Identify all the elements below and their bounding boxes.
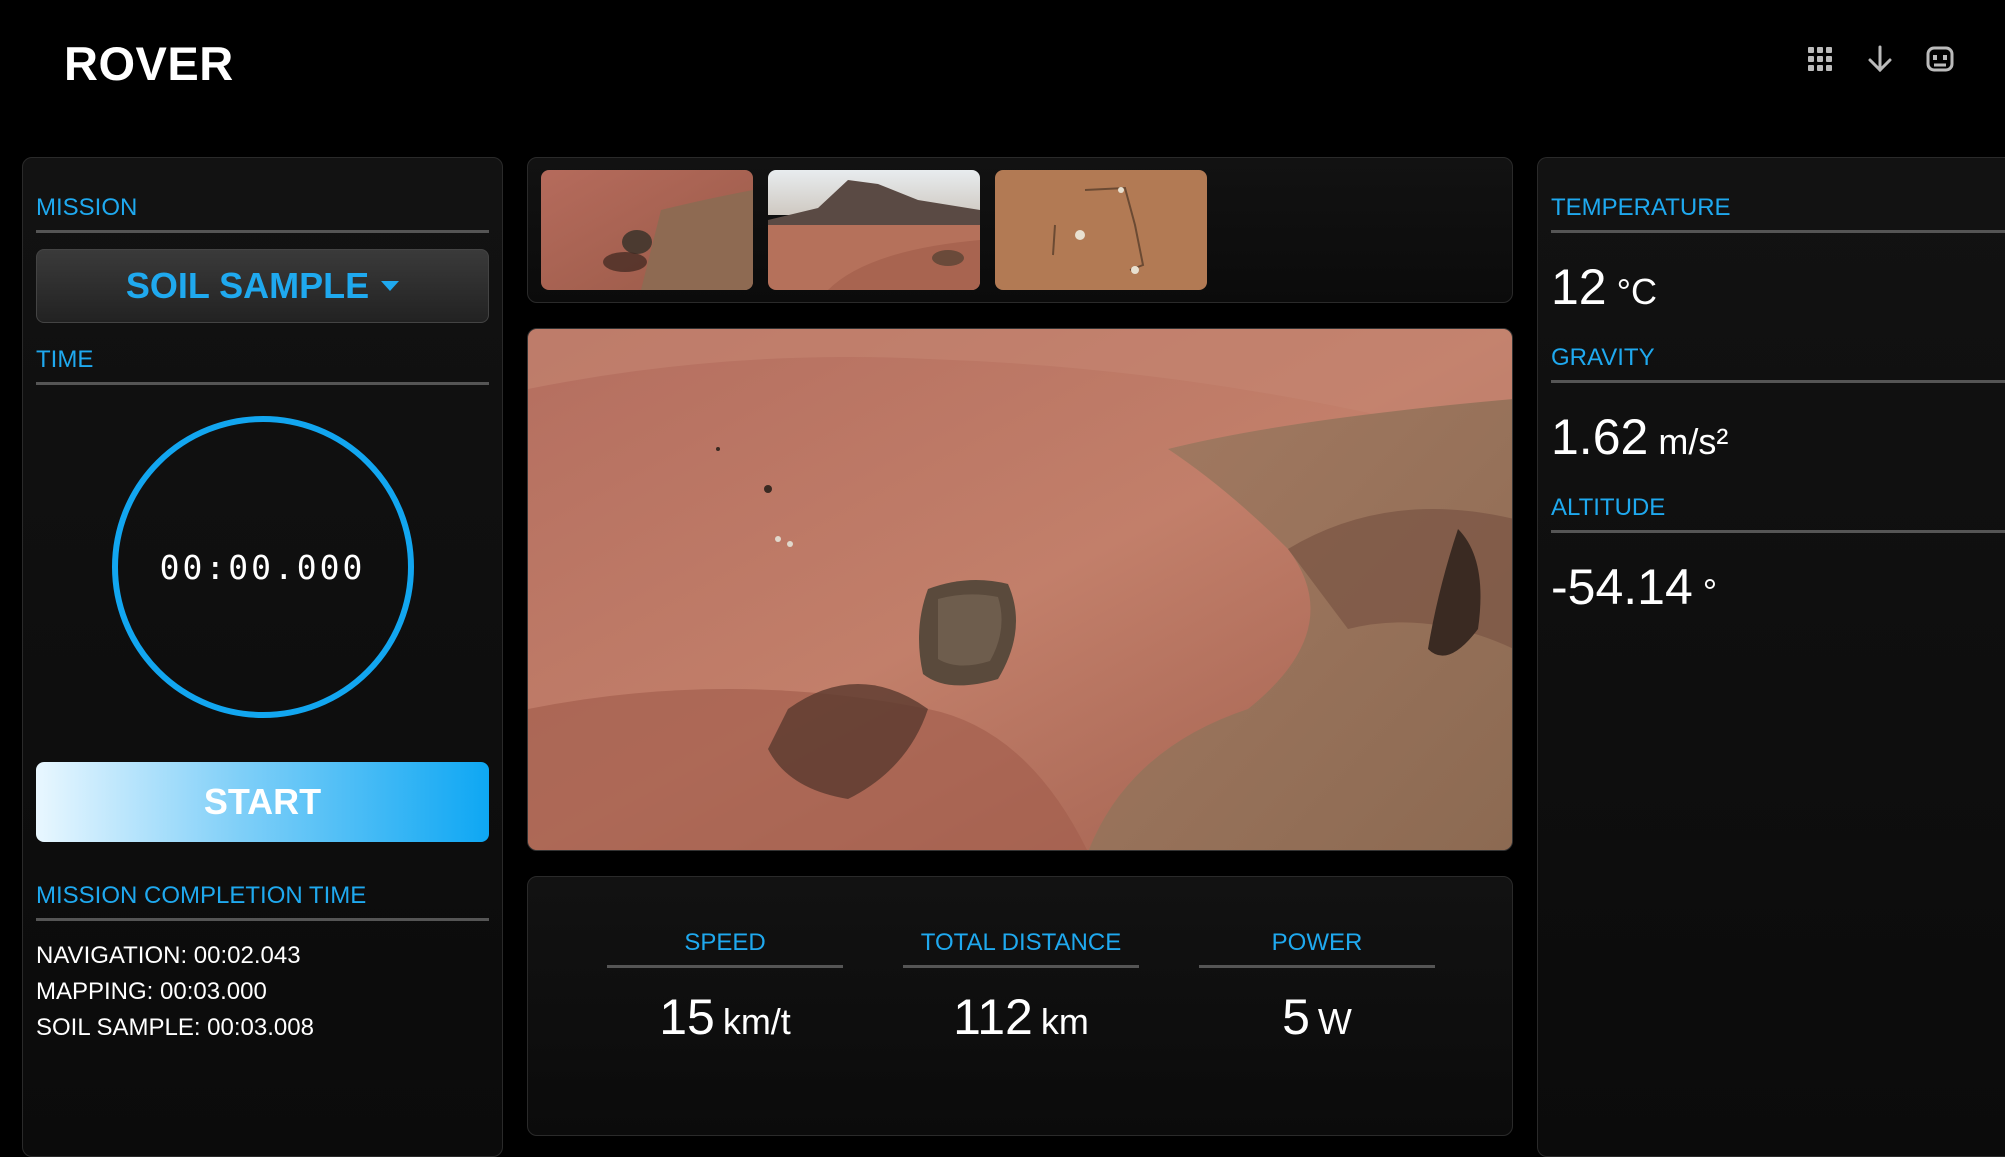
gravity-label: GRAVITY [1551, 344, 2005, 383]
completion-label: MISSION COMPLETION TIME [36, 882, 489, 921]
temperature-label: TEMPERATURE [1551, 194, 2005, 233]
mission-panel: MISSION SOIL SAMPLE TIME 00:00.000 START… [22, 157, 503, 1157]
mission-select-value: SOIL SAMPLE [125, 265, 370, 306]
stat-power-value: 5 [1282, 989, 1310, 1045]
stat-total-distance: TOTAL DISTANCE 112 km [903, 929, 1139, 1046]
altitude-label: ALTITUDE [1551, 494, 2005, 533]
gravity-value: 1.62 [1551, 409, 1649, 465]
timer-ring: 00:00.000 [111, 416, 414, 718]
temperature-unit: °C [1616, 271, 1658, 312]
stat-distance-unit: km [1040, 1001, 1089, 1042]
stat-speed-value: 15 [659, 989, 715, 1045]
thumbnail-terrain-rock[interactable] [541, 170, 753, 290]
stat-distance-label: TOTAL DISTANCE [903, 929, 1139, 968]
completion-list: NAVIGATION: 00:02.043 MAPPING: 00:03.000… [36, 938, 489, 1046]
temperature-value: 12 [1551, 259, 1607, 315]
camera-view [527, 328, 1513, 851]
top-toolbar [1803, 42, 1957, 76]
gravity-unit: m/s² [1658, 421, 1729, 462]
mission-label: MISSION [36, 194, 489, 233]
sensors-panel: TEMPERATURE 12 °C GRAVITY 1.62 m/s² ALTITU… [1537, 157, 2005, 1157]
stat-speed: SPEED 15 km/t [607, 929, 843, 1046]
completion-item-mapping: MAPPING: 00:03.000 [36, 978, 267, 1005]
stat-power-unit: W [1317, 1001, 1352, 1042]
stats-panel: SPEED 15 km/t TOTAL DISTANCE 112 km POWER … [527, 876, 1513, 1136]
apps-grid-icon[interactable] [1803, 42, 1837, 76]
terrain-image [528, 329, 1512, 850]
robot-icon[interactable] [1923, 42, 1957, 76]
start-button[interactable]: START [36, 762, 489, 842]
stat-power-label: POWER [1199, 929, 1435, 968]
mission-select[interactable]: SOIL SAMPLE [36, 249, 489, 323]
timer-display: 00:00.000 [159, 547, 366, 587]
thumbnail-strip [527, 157, 1513, 303]
stat-speed-label: SPEED [607, 929, 843, 968]
stat-speed-unit: km/t [722, 1001, 791, 1042]
altitude-unit: ° [1702, 571, 1718, 612]
stat-distance-value: 112 [953, 989, 1033, 1045]
completion-item-navigation: NAVIGATION: 00:02.043 [36, 942, 301, 969]
app-title: ROVER [64, 37, 234, 90]
thumbnail-landscape[interactable] [768, 170, 980, 290]
download-arrow-icon[interactable] [1863, 42, 1897, 76]
thumbnail-tracks[interactable] [995, 170, 1207, 290]
altitude-value: -54.14 [1551, 559, 1693, 615]
chevron-down-icon [381, 281, 400, 291]
completion-item-soil-sample: SOIL SAMPLE: 00:03.008 [36, 1014, 314, 1041]
stat-power: POWER 5W [1199, 929, 1435, 1046]
time-label: TIME [36, 346, 489, 385]
